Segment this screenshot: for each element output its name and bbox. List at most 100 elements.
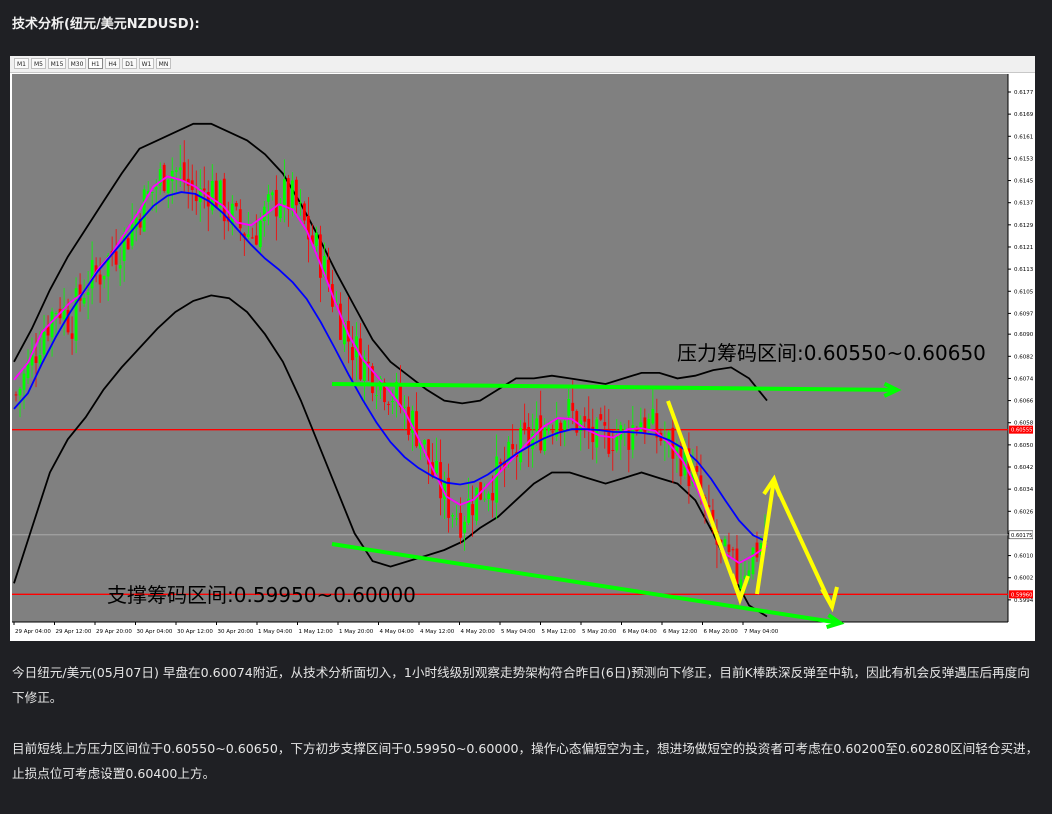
y-tick-label: 0.60975 xyxy=(1014,311,1033,317)
y-tick-label: 0.60660 xyxy=(1014,399,1033,405)
candle-body xyxy=(38,355,42,364)
timeframe-tab-mn[interactable]: MN xyxy=(156,58,171,69)
candle-body xyxy=(206,191,210,207)
x-tick-label: 5 May 04:00 xyxy=(501,629,536,635)
candle-body xyxy=(50,311,54,338)
price-tag-label: 0.60175 xyxy=(1011,533,1032,539)
candle-body xyxy=(755,542,759,558)
candle-body xyxy=(735,548,739,584)
candle-body xyxy=(567,398,571,416)
x-tick-label: 1 May 04:00 xyxy=(258,629,293,635)
candle-body xyxy=(102,275,106,280)
x-tick-label: 29 Apr 20:00 xyxy=(96,629,132,635)
y-tick-label: 0.60740 xyxy=(1014,376,1033,382)
candle-body xyxy=(214,180,218,208)
candle-body xyxy=(126,238,130,250)
y-tick-label: 0.59940 xyxy=(1014,598,1033,604)
y-tick-label: 0.61375 xyxy=(1014,201,1033,207)
timeframe-tab-m15[interactable]: M15 xyxy=(48,58,66,69)
candle-body xyxy=(98,274,102,285)
candle-body xyxy=(391,401,394,403)
candle-body xyxy=(451,514,454,517)
candle-body xyxy=(166,179,170,194)
candle-body xyxy=(519,427,523,463)
timeframe-tab-h4[interactable]: H4 xyxy=(105,58,120,69)
price-chart[interactable]: 0.61775 0.61695 0.61615 0.61535 0.61455 0.613… xyxy=(12,74,1033,639)
analysis-paragraph-2: 目前短线上方压力区间位于0.60550~0.60650，下方初步支撑区间于0.5… xyxy=(12,741,1039,781)
candle-body xyxy=(583,416,587,422)
candle-body xyxy=(415,411,418,447)
candle-body xyxy=(667,432,671,440)
candle-body xyxy=(170,170,174,182)
timeframe-tab-m5[interactable]: M5 xyxy=(31,58,46,69)
candle-body xyxy=(491,492,495,501)
candle-body xyxy=(351,347,354,361)
x-tick-label: 5 May 20:00 xyxy=(582,629,617,635)
candle-body xyxy=(54,313,58,315)
timeframe-tab-d1[interactable]: D1 xyxy=(122,58,137,69)
candle-body xyxy=(18,388,22,396)
candle-body xyxy=(314,232,318,246)
candle-body xyxy=(130,224,134,246)
candle-body xyxy=(278,206,282,219)
candle-body xyxy=(238,209,242,229)
candle-body xyxy=(202,188,206,191)
candle-body xyxy=(435,460,438,474)
candle-body xyxy=(487,493,491,499)
candle-body xyxy=(86,292,90,296)
y-tick-label: 0.60820 xyxy=(1014,354,1033,360)
y-tick-label: 0.61455 xyxy=(1014,179,1033,185)
candle-body xyxy=(563,420,567,432)
candle-body xyxy=(539,415,543,451)
candle-body xyxy=(258,220,262,248)
y-tick-label: 0.60020 xyxy=(1014,576,1033,582)
price-tag-label: 0.59960 xyxy=(1011,592,1032,598)
timeframe-tab-h1[interactable]: H1 xyxy=(88,58,103,69)
y-tick-label: 0.61295 xyxy=(1014,223,1033,229)
candle-body xyxy=(367,361,370,364)
timeframe-tab-w1[interactable]: W1 xyxy=(139,58,154,69)
candle-body xyxy=(551,431,555,433)
x-tick-label: 29 Apr 04:00 xyxy=(15,629,51,635)
candle-body xyxy=(495,456,499,503)
candle-body xyxy=(114,251,118,265)
x-tick-label: 4 May 12:00 xyxy=(420,629,455,635)
candle-body xyxy=(22,373,26,390)
candle-body xyxy=(731,549,735,551)
candle-body xyxy=(727,544,731,553)
candle-body xyxy=(615,435,619,451)
candle-body xyxy=(643,417,647,434)
timeframe-tab-m30[interactable]: M30 xyxy=(68,58,86,69)
candle-body xyxy=(74,288,78,341)
candle-body xyxy=(70,333,74,339)
candle-body xyxy=(282,179,286,205)
x-tick-label: 30 Apr 12:00 xyxy=(177,629,213,635)
candle-body xyxy=(483,498,487,500)
candle-body xyxy=(274,189,278,217)
candle-body xyxy=(302,203,306,221)
candle-body xyxy=(82,298,86,304)
y-tick-label: 0.61695 xyxy=(1014,112,1033,118)
candle-body xyxy=(571,402,575,411)
x-tick-label: 30 Apr 20:00 xyxy=(218,629,254,635)
candle-body xyxy=(535,418,539,432)
candle-body xyxy=(603,422,607,426)
candle-body xyxy=(523,422,527,430)
candle-body xyxy=(286,178,290,210)
candle-body xyxy=(90,260,94,289)
candle-body xyxy=(182,162,186,182)
candle-body xyxy=(319,234,322,278)
x-tick-label: 6 May 04:00 xyxy=(623,629,658,635)
candle-body xyxy=(14,394,18,396)
candle-body xyxy=(174,170,178,172)
candle-body xyxy=(463,521,467,533)
timeframe-tab-m1[interactable]: M1 xyxy=(14,58,29,69)
candle-body xyxy=(270,192,274,196)
candle-body xyxy=(118,265,122,269)
y-tick-label: 0.61615 xyxy=(1014,134,1033,140)
resistance-label: 压力筹码区间:0.60550~0.60650 xyxy=(677,341,986,365)
candle-body xyxy=(627,430,631,450)
x-tick-label: 4 May 04:00 xyxy=(380,629,415,635)
y-tick-label: 0.60100 xyxy=(1014,554,1033,560)
candle-body xyxy=(387,403,390,405)
